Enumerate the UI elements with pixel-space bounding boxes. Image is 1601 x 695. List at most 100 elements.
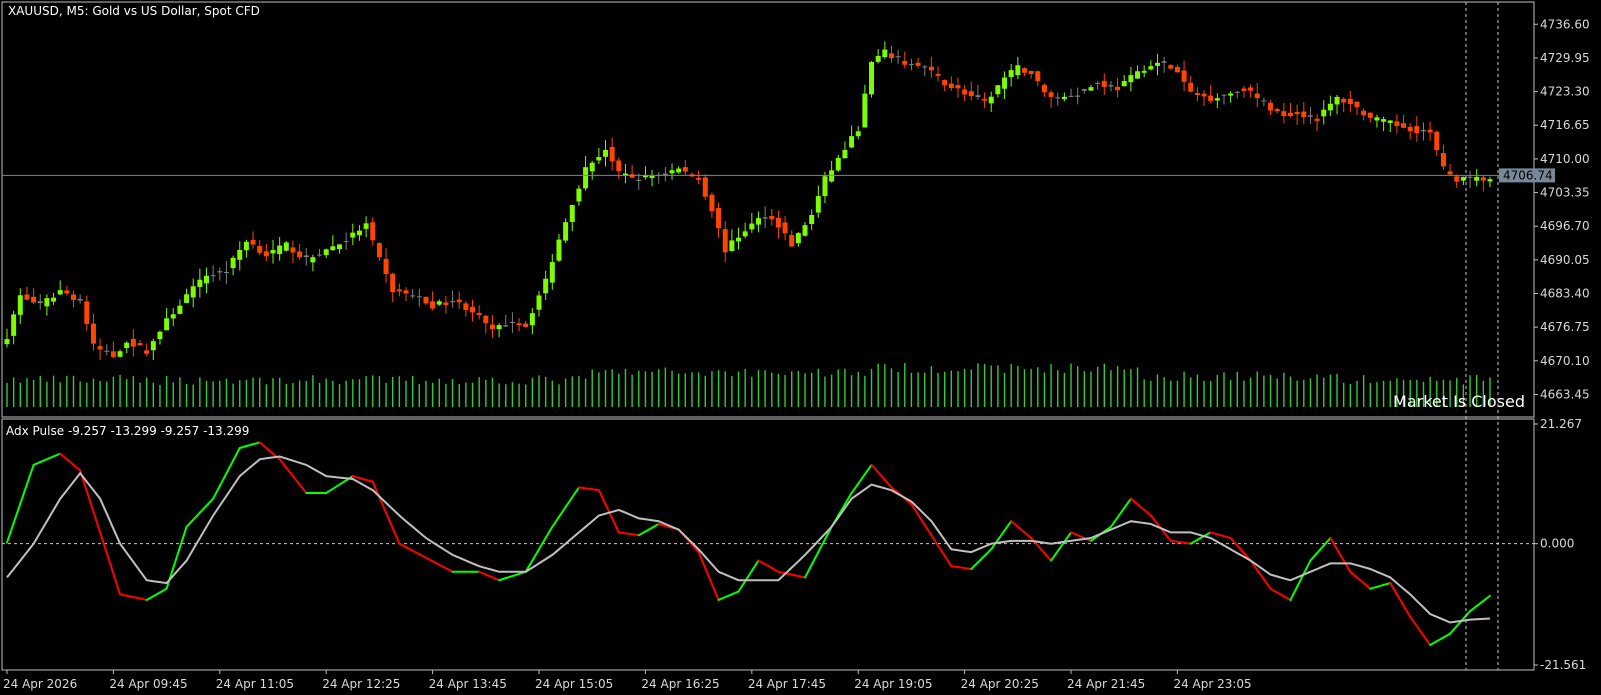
candle-body[interactable]: [217, 271, 223, 273]
candle-body[interactable]: [1474, 176, 1480, 181]
candle-body[interactable]: [1194, 92, 1200, 95]
chart-canvas[interactable]: XAUUSD, M5: Gold vs US Dollar, Spot CFD …: [0, 0, 1601, 695]
candle-body[interactable]: [948, 83, 954, 89]
candle-body[interactable]: [1168, 65, 1174, 69]
candle-body[interactable]: [1228, 93, 1234, 96]
candle-body[interactable]: [1434, 131, 1440, 151]
candle-body[interactable]: [596, 157, 602, 161]
candle-body[interactable]: [962, 89, 968, 95]
candle-body[interactable]: [1108, 85, 1114, 87]
candle-body[interactable]: [164, 318, 170, 331]
candle-body[interactable]: [356, 230, 362, 236]
candle-body[interactable]: [323, 249, 329, 256]
candle-body[interactable]: [330, 246, 336, 251]
candle-body[interactable]: [11, 314, 17, 336]
candle-body[interactable]: [277, 245, 283, 255]
candle-body[interactable]: [190, 286, 196, 298]
candle-body[interactable]: [1028, 70, 1034, 74]
candle-body[interactable]: [71, 294, 77, 300]
candle-body[interactable]: [110, 351, 116, 357]
candle-body[interactable]: [1374, 117, 1380, 121]
candle-body[interactable]: [370, 222, 376, 241]
candle-body[interactable]: [603, 149, 609, 157]
candle-body[interactable]: [815, 196, 821, 213]
candle-body[interactable]: [862, 93, 868, 128]
candle-body[interactable]: [1281, 111, 1287, 117]
candle-body[interactable]: [1188, 82, 1194, 92]
candle-body[interactable]: [795, 233, 801, 244]
candle-body[interactable]: [556, 239, 562, 261]
candle-body[interactable]: [1407, 126, 1413, 132]
candle-body[interactable]: [968, 91, 974, 97]
candle-body[interactable]: [1021, 68, 1027, 73]
candle-body[interactable]: [310, 257, 316, 263]
candle-body[interactable]: [1334, 96, 1340, 105]
candle-body[interactable]: [1041, 84, 1047, 93]
candle-body[interactable]: [1447, 171, 1453, 175]
candle-body[interactable]: [137, 343, 143, 346]
candle-body[interactable]: [1048, 92, 1054, 97]
candle-body[interactable]: [443, 302, 449, 306]
candle-body[interactable]: [144, 350, 150, 354]
candle-body[interactable]: [1135, 71, 1141, 79]
candle-body[interactable]: [463, 303, 469, 311]
candle-body[interactable]: [842, 149, 848, 159]
candle-body[interactable]: [543, 278, 549, 294]
candle-body[interactable]: [1327, 103, 1333, 111]
candle-body[interactable]: [922, 66, 928, 68]
candle-body[interactable]: [1081, 89, 1087, 91]
candle-body[interactable]: [396, 289, 402, 292]
candle-body[interactable]: [1307, 115, 1313, 117]
candle-body[interactable]: [1294, 111, 1300, 115]
candle-body[interactable]: [709, 194, 715, 212]
candle-body[interactable]: [197, 279, 203, 287]
candle-body[interactable]: [1101, 80, 1107, 87]
candle-body[interactable]: [51, 297, 57, 302]
candle-body[interactable]: [802, 225, 808, 236]
candle-body[interactable]: [456, 299, 462, 303]
candle-body[interactable]: [955, 85, 961, 89]
candle-body[interactable]: [257, 245, 263, 253]
candle-body[interactable]: [363, 223, 369, 229]
candle-body[interactable]: [676, 168, 682, 173]
candle-body[interactable]: [1208, 95, 1214, 101]
candle-body[interactable]: [908, 64, 914, 66]
candle-body[interactable]: [243, 241, 249, 251]
candle-body[interactable]: [682, 167, 688, 172]
candle-body[interactable]: [1214, 98, 1220, 101]
candle-body[interactable]: [483, 315, 489, 324]
candle-body[interactable]: [383, 258, 389, 275]
candle-body[interactable]: [416, 296, 422, 298]
candle-body[interactable]: [64, 290, 70, 294]
candle-body[interactable]: [270, 250, 276, 254]
candle-body[interactable]: [210, 275, 216, 277]
candle-body[interactable]: [629, 174, 635, 178]
candle-body[interactable]: [290, 247, 296, 253]
candle-body[interactable]: [237, 250, 243, 260]
candle-body[interactable]: [1467, 176, 1473, 178]
candle-body[interactable]: [90, 323, 96, 344]
candle-body[interactable]: [649, 176, 655, 179]
candle-body[interactable]: [809, 214, 815, 224]
candle-body[interactable]: [1274, 109, 1280, 112]
candle-body[interactable]: [230, 257, 236, 269]
candle-body[interactable]: [1254, 93, 1260, 99]
candle-body[interactable]: [1301, 111, 1307, 118]
candle-body[interactable]: [988, 96, 994, 104]
candle-body[interactable]: [1414, 126, 1420, 134]
candle-body[interactable]: [104, 350, 110, 352]
candle-body[interactable]: [117, 351, 123, 357]
candle-body[interactable]: [736, 237, 742, 242]
candle-body[interactable]: [24, 294, 30, 300]
candle-body[interactable]: [636, 179, 642, 181]
candle-body[interactable]: [942, 79, 948, 86]
candle-body[interactable]: [184, 294, 190, 303]
candle-body[interactable]: [1314, 118, 1320, 121]
candle-body[interactable]: [77, 298, 83, 301]
candle-body[interactable]: [1088, 87, 1094, 91]
candle-body[interactable]: [1221, 94, 1227, 96]
candle-body[interactable]: [423, 296, 429, 304]
candle-body[interactable]: [869, 62, 875, 95]
candle-body[interactable]: [782, 222, 788, 234]
candle-body[interactable]: [722, 229, 728, 253]
